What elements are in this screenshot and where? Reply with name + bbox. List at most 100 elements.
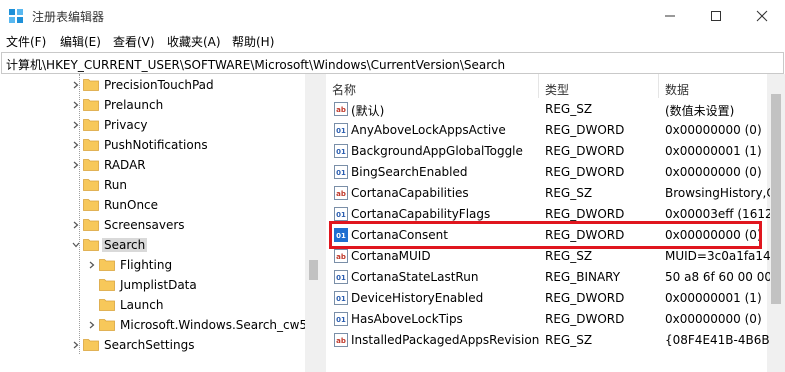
list-scrollbar-thumb[interactable]: [771, 94, 781, 304]
menu-favorites[interactable]: 收藏夹(A): [167, 33, 221, 50]
tree-item-label: SearchSettings: [104, 338, 195, 352]
value-name: CortanaMUID: [351, 249, 431, 263]
value-type: REG_DWORD: [545, 144, 625, 158]
tree-item-label: RunOnce: [104, 198, 159, 212]
chevron-right-icon[interactable]: [72, 141, 80, 149]
tree-item[interactable]: Prelaunch: [0, 95, 290, 115]
value-row[interactable]: 01 BackgroundAppGlobalToggle REG_DWORD 0x00…: [326, 141, 766, 162]
value-type: REG_DWORD: [545, 291, 625, 305]
tree-item[interactable]: JumplistData: [0, 275, 290, 295]
value-row[interactable]: 01 CortanaConsent REG_DWORD 0x00000000 (0): [326, 225, 766, 246]
menu-edit[interactable]: 编辑(E): [60, 33, 101, 50]
tree-item[interactable]: PrecisionTouchPad: [0, 75, 290, 95]
chevron-right-icon[interactable]: [72, 101, 80, 109]
chevron-right-icon[interactable]: [72, 121, 80, 129]
folder-icon: [83, 159, 99, 171]
value-type: REG_SZ: [545, 102, 593, 116]
value-name: CortanaCapabilities: [351, 186, 469, 200]
value-data: 0x00000000 (0): [665, 165, 762, 179]
value-data: 0x00000001 (1): [665, 291, 762, 305]
string-icon: ab: [334, 333, 348, 347]
value-name: DeviceHistoryEnabled: [351, 291, 484, 305]
value-list[interactable]: 名称 类型 数据 ab (默认) REG_SZ (数值未设置) 01 AnyAboveLo…: [326, 74, 785, 372]
address-path[interactable]: 计算机\HKEY_CURRENT_USER\SOFTWARE\Microsoft…: [6, 56, 505, 73]
folder-icon: [83, 199, 99, 211]
value-row[interactable]: 01 BingSearchEnabled REG_DWORD 0x00000000 (…: [326, 162, 766, 183]
value-row[interactable]: 01 HasAboveLockTips REG_DWORD 0x00000000 (0…: [326, 309, 766, 330]
tree-item-label: PushNotifications: [104, 138, 208, 152]
chevron-right-icon[interactable]: [88, 321, 96, 329]
folder-icon: [99, 259, 115, 271]
folder-icon: [83, 139, 99, 151]
chevron-right-icon[interactable]: [88, 261, 96, 269]
svg-text:01: 01: [336, 127, 346, 135]
svg-text:01: 01: [336, 316, 346, 324]
address-bar[interactable]: 计算机\HKEY_CURRENT_USER\SOFTWARE\Microsoft…: [1, 52, 784, 74]
value-data: BrowsingHistory,C: [665, 186, 770, 200]
tree-item[interactable]: Privacy: [0, 115, 290, 135]
close-button[interactable]: [739, 0, 785, 31]
value-row[interactable]: ab (默认) REG_SZ (数值未设置): [326, 99, 766, 120]
menu-bar: 文件(F) 编辑(E) 查看(V) 收藏夹(A) 帮助(H): [0, 31, 785, 51]
tree-item[interactable]: Search: [0, 235, 290, 255]
folder-icon: [99, 319, 115, 331]
value-row[interactable]: 01 CortanaCapabilityFlags REG_DWORD 0x00003…: [326, 204, 770, 225]
value-row[interactable]: 01 DeviceHistoryEnabled REG_DWORD 0x0000000…: [326, 288, 766, 309]
folder-icon: [99, 279, 115, 291]
tree-item[interactable]: Launch: [0, 295, 290, 315]
value-name: BackgroundAppGlobalToggle: [351, 144, 523, 158]
string-icon: ab: [334, 249, 348, 263]
tree-item-label: Search: [102, 238, 148, 252]
value-data: {08F4E41B-4B6B-: [665, 333, 770, 347]
value-row[interactable]: 01 CortanaStateLastRun REG_BINARY 50 a8 6f …: [326, 267, 770, 288]
value-data: 0x00000000 (0): [665, 228, 762, 242]
tree-item-label: Flighting: [120, 258, 173, 272]
tree-item[interactable]: Run: [0, 175, 290, 195]
menu-file[interactable]: 文件(F): [6, 33, 46, 50]
value-row[interactable]: ab CortanaMUID REG_SZ MUID=3c0a1fa14: [326, 246, 770, 267]
tree-item[interactable]: Flighting: [0, 255, 290, 275]
folder-icon: [83, 79, 99, 91]
tree-item[interactable]: RADAR: [0, 155, 290, 175]
column-name-label: 名称: [332, 83, 357, 97]
folder-icon: [83, 219, 99, 231]
svg-text:01: 01: [336, 148, 346, 156]
value-type: REG_DWORD: [545, 165, 625, 179]
column-header-type[interactable]: 类型: [539, 74, 658, 98]
column-header-data[interactable]: 数据: [659, 74, 767, 98]
svg-text:01: 01: [336, 232, 346, 240]
maximize-button[interactable]: [693, 0, 739, 31]
svg-text:ab: ab: [336, 190, 346, 198]
svg-text:ab: ab: [336, 337, 346, 345]
svg-text:ab: ab: [336, 106, 346, 114]
chevron-right-icon[interactable]: [72, 341, 80, 349]
value-data: 50 a8 6f 60 00 00: [665, 270, 770, 284]
key-tree[interactable]: PrecisionTouchPad Prelaunch Privacy PushNot…: [0, 74, 322, 372]
maximize-icon: [711, 10, 721, 21]
close-icon: [756, 10, 768, 21]
tree-item[interactable]: Microsoft.Windows.Search_cw5n: [0, 315, 315, 335]
column-data-label: 数据: [665, 83, 690, 97]
value-type: REG_DWORD: [545, 312, 625, 326]
tree-item[interactable]: PushNotifications: [0, 135, 290, 155]
value-row[interactable]: 01 AnyAboveLockAppsActive REG_DWORD 0x00000…: [326, 120, 766, 141]
svg-text:01: 01: [336, 169, 346, 177]
tree-scrollbar[interactable]: [305, 74, 322, 372]
menu-view[interactable]: 查看(V): [113, 33, 155, 50]
chevron-down-icon[interactable]: [72, 241, 80, 249]
tree-scrollbar-thumb[interactable]: [309, 260, 318, 280]
column-header-name[interactable]: 名称: [326, 74, 538, 98]
tree-item[interactable]: RunOnce: [0, 195, 290, 215]
value-row[interactable]: ab CortanaCapabilities REG_SZ BrowsingHisto…: [326, 183, 770, 204]
minimize-icon: [665, 15, 675, 16]
value-row[interactable]: ab InstalledPackagedAppsRevision REG_SZ {08…: [326, 330, 770, 351]
menu-help[interactable]: 帮助(H): [232, 33, 274, 50]
chevron-right-icon[interactable]: [72, 81, 80, 89]
tree-item-label: Launch: [120, 298, 164, 312]
column-type-label: 类型: [545, 83, 570, 97]
tree-item[interactable]: Screensavers: [0, 215, 290, 235]
tree-item[interactable]: SearchSettings: [0, 335, 290, 355]
minimize-button[interactable]: [647, 0, 693, 31]
chevron-right-icon[interactable]: [72, 221, 80, 229]
chevron-right-icon[interactable]: [72, 161, 80, 169]
